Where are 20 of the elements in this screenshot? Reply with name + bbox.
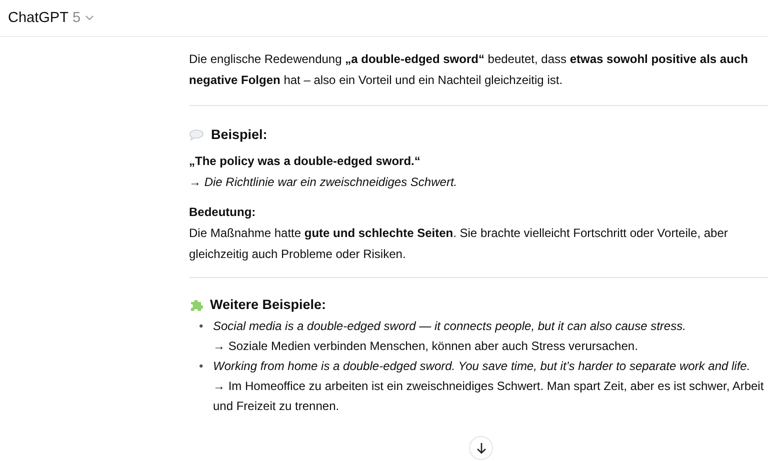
english-example: Working from home is a double-edged sword. You save time, but it’s harder to separate work and life.: [213, 358, 752, 375]
german-translation: → Soziale Medien verbinden Menschen, können aber auch Stress verursachen.: [213, 338, 639, 355]
meaning-paragraph: Die Maßnahme hatte gute und schlechte Seiten. Sie brachte vielleicht Fortschritt oder Vorteile, aber gleichzeitig auch Probleme oder Risiken.: [189, 226, 728, 261]
app-title: ChatGPT: [8, 10, 68, 26]
meaning-label: Bedeutung:: [189, 204, 257, 221]
example-translation: → Die Richtlinie war ein zweischneidiges Schwert.: [189, 174, 458, 191]
german-translation: → Im Homeoffice zu arbeiten ist ein zweischneidiges Schwert. Man spart Zeit, aber es ist schwer, Arbeit und Freizeit zu trennen.: [213, 378, 764, 415]
section-heading: Beispiel:: [211, 126, 268, 144]
chevron-down-icon[interactable]: [84, 15, 94, 21]
arrow-down-icon: [476, 442, 486, 454]
intro-paragraph: Die englische Redewendung „a double-edged sword“ bedeutet, dass etwas sowohl positive als auch negative Folgen hat – also ein Vorteil und ein Nachteil gleichzeitig ist.: [189, 52, 748, 87]
speech-bubble-icon: [189, 128, 204, 140]
scroll-down-button[interactable]: [469, 436, 493, 460]
puzzle-piece-icon: [189, 298, 203, 312]
bullet-mark: •: [198, 318, 204, 335]
english-example: Social media is a double-edged sword — it connects people, but it can also cause stress.: [213, 318, 686, 335]
section-heading: Weitere Beispiele:: [210, 296, 326, 314]
bullet-mark: •: [198, 358, 204, 375]
model-version[interactable]: 5: [72, 10, 81, 26]
example-quote: „The policy was a double-edged sword.“: [189, 153, 422, 170]
